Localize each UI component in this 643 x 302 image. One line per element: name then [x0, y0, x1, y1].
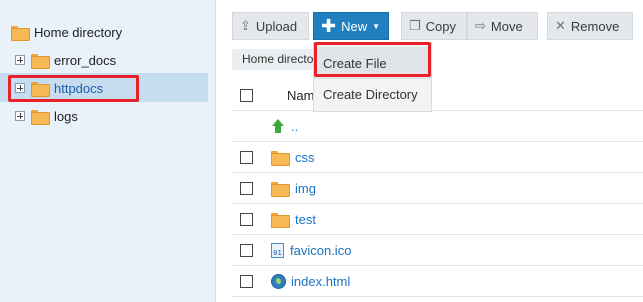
table-row[interactable]: img: [232, 173, 643, 204]
table-row[interactable]: test: [232, 204, 643, 235]
upload-label: Upload: [255, 18, 298, 34]
html-file-icon: [271, 273, 286, 289]
file-name-cell: index.html: [271, 273, 350, 289]
tree-item-logs[interactable]: logs: [15, 106, 78, 126]
move-arrow-icon: ⇨: [475, 18, 486, 33]
row-checkbox[interactable]: [240, 274, 253, 288]
copy-button[interactable]: ❐ Copy: [401, 12, 467, 40]
folder-icon: [11, 25, 30, 41]
expand-icon[interactable]: [15, 111, 25, 121]
folder-icon: [31, 109, 50, 125]
menu-item-create-directory[interactable]: Create Directory: [314, 78, 431, 110]
upload-button[interactable]: ⇪ Upload: [232, 12, 309, 40]
table-row[interactable]: 01 favicon.ico: [232, 235, 643, 266]
new-button[interactable]: ✚ New ▼: [313, 12, 389, 40]
file-link[interactable]: img: [295, 181, 316, 196]
table-row[interactable]: ..: [232, 111, 643, 142]
breadcrumb[interactable]: Home directo: [232, 49, 316, 70]
move-label: Move: [490, 18, 523, 34]
tree-item-error-docs[interactable]: error_docs: [15, 50, 116, 70]
file-name-cell: 01 favicon.ico: [271, 242, 351, 258]
file-name-cell: css: [271, 150, 315, 166]
plus-icon: ✚: [321, 16, 337, 36]
copy-label: Copy: [425, 18, 457, 34]
tree-item-label: Home directory: [34, 24, 123, 40]
remove-label: Remove: [570, 18, 620, 34]
copy-icon: ❐: [409, 18, 421, 33]
table-row[interactable]: index.html: [232, 266, 643, 297]
file-name-cell: test: [271, 212, 316, 228]
select-all-checkbox[interactable]: [240, 88, 253, 102]
table-row[interactable]: css: [232, 142, 643, 173]
folder-icon: [271, 181, 290, 197]
row-checkbox[interactable]: [240, 181, 253, 195]
row-checkbox[interactable]: [240, 243, 253, 257]
new-label: New: [341, 18, 368, 34]
file-link[interactable]: index.html: [291, 274, 350, 289]
folder-icon: [271, 212, 290, 228]
row-checkbox[interactable]: [240, 212, 253, 226]
caret-down-icon: ▼: [372, 21, 381, 31]
ico-file-icon: 01: [271, 242, 284, 258]
highlight-box-httpdocs: [8, 75, 139, 102]
file-name-cell: img: [271, 181, 316, 197]
breadcrumb-item-home[interactable]: Home directo: [242, 52, 313, 66]
file-name-cell: ..: [271, 119, 298, 134]
folder-icon: [271, 150, 290, 166]
remove-x-icon: ✕: [555, 18, 566, 33]
move-button[interactable]: ⇨ Move: [467, 12, 538, 40]
highlight-box-create-file: [314, 42, 431, 77]
row-checkbox[interactable]: [240, 150, 253, 164]
file-link[interactable]: test: [295, 212, 316, 227]
directory-tree: Home directory error_docs httpdocs logs: [0, 0, 216, 302]
expand-icon[interactable]: [15, 55, 25, 65]
remove-button[interactable]: ✕ Remove: [547, 12, 633, 40]
tree-item-label: error_docs: [54, 52, 117, 68]
file-list-header: Name: [232, 80, 643, 111]
tree-item-label: logs: [54, 108, 78, 124]
folder-icon: [31, 53, 50, 69]
parent-directory-icon: [271, 119, 285, 133]
file-link[interactable]: favicon.ico: [290, 243, 351, 258]
file-link[interactable]: css: [295, 150, 315, 165]
upload-icon: ⇪: [240, 18, 251, 33]
file-link[interactable]: ..: [291, 119, 298, 134]
tree-item-home-directory[interactable]: Home directory: [11, 22, 122, 42]
